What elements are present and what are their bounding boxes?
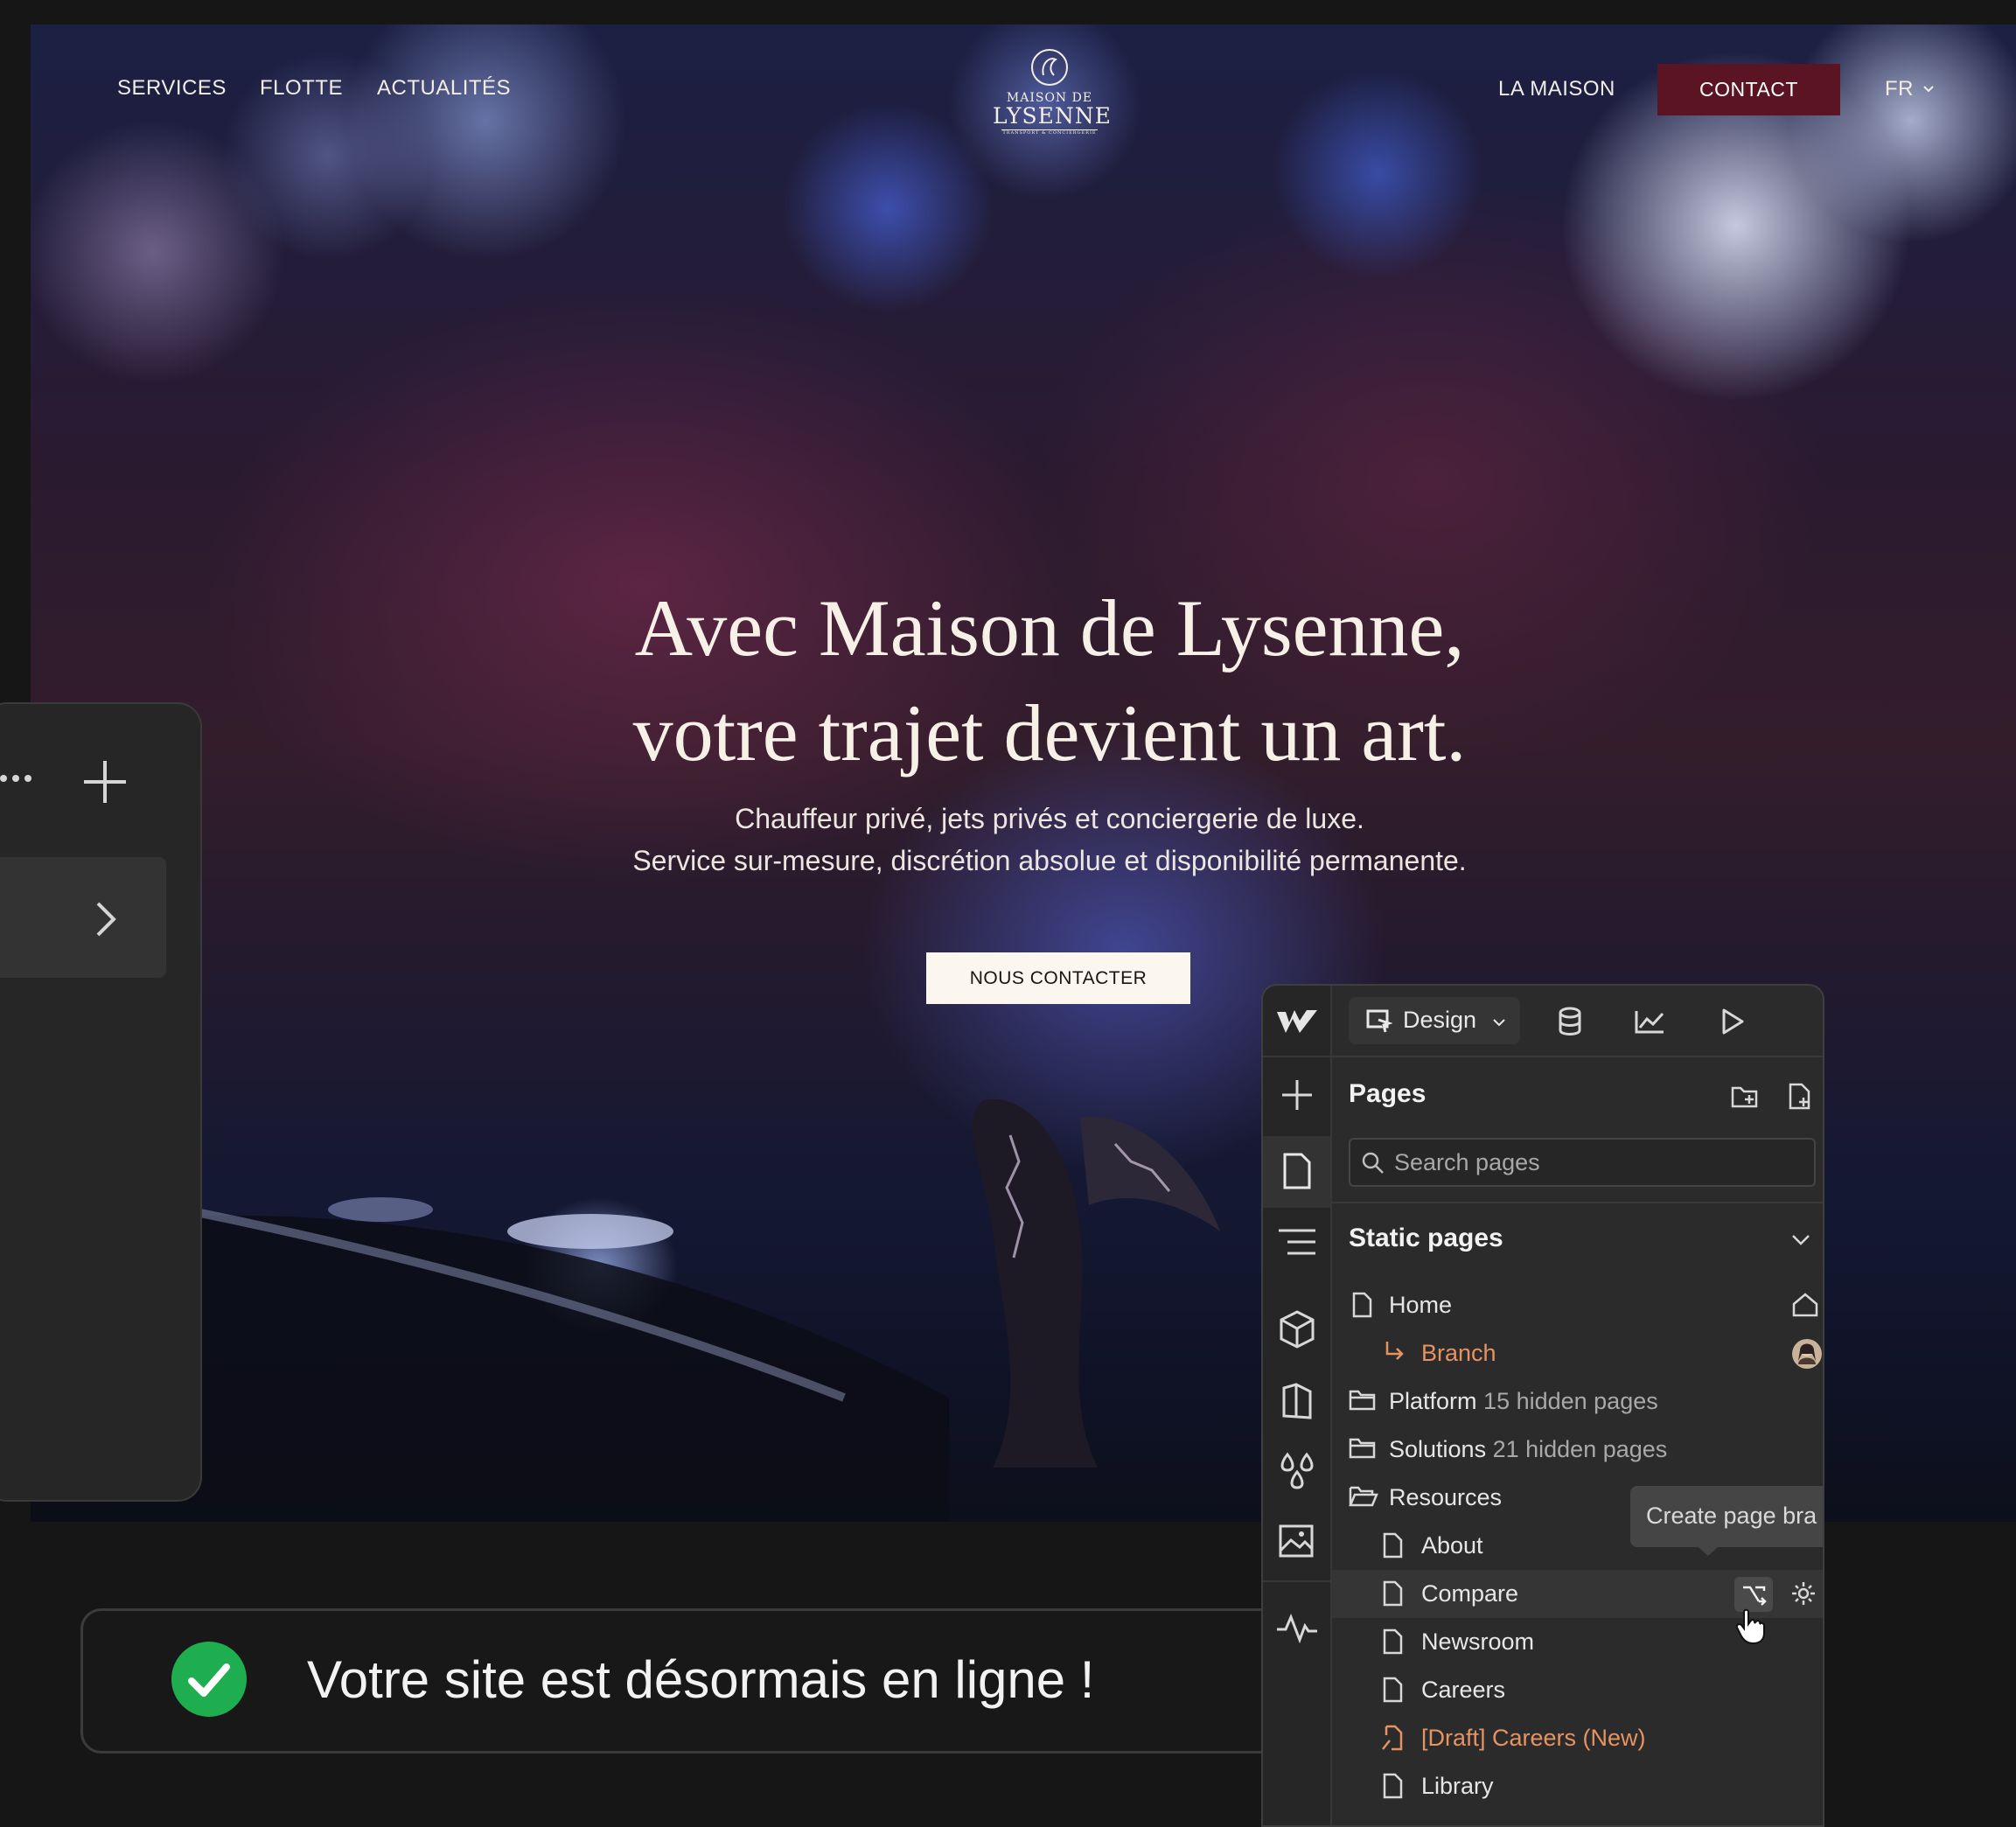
headline-line-1: Avec Maison de Lysenne, [634,583,1465,673]
webflow-pages-panel: Design Pages Search pages Static pages H… [1261,984,1824,1827]
nav-la-maison[interactable]: LA MAISON [1498,77,1615,101]
add-page-icon[interactable] [1788,1082,1814,1112]
page-row-branch[interactable]: Branch [1332,1329,1823,1377]
components-icon[interactable] [1279,1309,1315,1349]
cms-database-icon[interactable] [1557,1007,1583,1036]
page-row-library[interactable]: Library [1332,1762,1823,1810]
nav-actualites[interactable]: ACTUALITÉS [377,76,511,101]
logo-tagline: TRANSPORT & CONCIERGERIE [1001,129,1098,136]
mode-switcher[interactable]: Design [1349,997,1520,1044]
page-label-branch: Branch [1421,1340,1496,1366]
hero-subtitle: Chauffeur privé, jets privés et concierg… [380,798,1719,882]
user-avatar [1792,1339,1822,1369]
styles-icon[interactable] [1279,1381,1315,1421]
page-label-about: About [1421,1532,1483,1559]
language-label: FR [1885,77,1914,101]
contact-cta-button[interactable]: NOUS CONTACTER [926,952,1190,1004]
page-icon [1383,1677,1403,1703]
variables-icon[interactable] [1277,1451,1317,1493]
folder-icon [1349,1390,1376,1411]
top-toolbar: Design [1263,986,1823,1057]
page-label-compare: Compare [1421,1580,1519,1607]
logo-emblem-icon [1031,49,1068,86]
home-icon [1792,1293,1818,1317]
analytics-icon[interactable] [1634,1008,1665,1035]
platform-hidden-count: 15 hidden pages [1483,1388,1658,1414]
hero-headline: Avec Maison de Lysenne, votre trajet dev… [380,575,1719,785]
logo-line2: LYSENNE [993,103,1112,129]
page-icon [1352,1292,1372,1318]
collapse-chevron-icon[interactable] [1791,1234,1810,1246]
add-folder-icon[interactable] [1730,1084,1761,1110]
tooltip-text: Create page bra [1646,1503,1817,1529]
chevron-down-icon [1923,86,1934,93]
page-icon [1383,1628,1403,1655]
navigator-icon[interactable] [1277,1227,1317,1257]
page-row-draft-careers[interactable]: [Draft] Careers (New) [1332,1714,1823,1762]
page-icon [1383,1580,1403,1607]
tooltip-arrow [1699,1547,1718,1556]
branch-icon [1743,1586,1767,1606]
mode-label: Design [1403,1007,1477,1033]
nav-flotte[interactable]: FLOTTE [260,76,343,101]
folder-label-resources: Resources [1389,1484,1503,1510]
folder-label-solutions: Solutions [1389,1436,1487,1462]
site-logo[interactable]: MAISON DE LYSENNE TRANSPORT & CONCIERGER… [993,44,1112,136]
search-pages-input[interactable]: Search pages [1349,1138,1816,1187]
nav-services[interactable]: SERVICES [117,76,227,101]
subtitle-line-2: Service sur-mesure, discrétion absolue e… [632,845,1467,876]
chevron-right-icon[interactable] [94,900,117,938]
page-label-careers: Careers [1421,1677,1506,1703]
page-row-careers[interactable]: Careers [1332,1666,1823,1714]
check-circle-icon [171,1642,247,1717]
toast-message: Votre site est désormais en ligne ! [307,1650,1095,1709]
hand-cursor-icon [1735,1608,1765,1645]
language-selector[interactable]: FR [1885,77,1935,101]
assets-icon[interactable] [1277,1521,1317,1561]
solutions-hidden-count: 21 hidden pages [1492,1436,1668,1462]
page-label-library: Library [1421,1773,1494,1799]
branch-arrow-icon [1385,1342,1404,1360]
folder-row-platform[interactable]: Platform 15 hidden pages [1332,1377,1823,1426]
folder-row-solutions[interactable]: Solutions 21 hidden pages [1332,1426,1823,1474]
pages-icon[interactable] [1282,1152,1312,1190]
left-toolbar [1263,986,1332,1825]
chevron-down-icon [1493,1019,1505,1027]
subtitle-line-1: Chauffeur privé, jets privés et concierg… [735,803,1364,834]
create-branch-button[interactable] [1734,1577,1773,1612]
page-icon [1383,1532,1403,1559]
more-options-icon[interactable] [0,770,35,787]
folder-label-platform: Platform [1389,1388,1477,1414]
publish-success-toast: Votre site est désormais en ligne ! [80,1608,1363,1754]
page-label-home: Home [1389,1292,1453,1318]
search-icon [1362,1152,1384,1174]
page-label-draft-careers: [Draft] Careers (New) [1421,1725,1646,1751]
search-placeholder: Search pages [1394,1149,1540,1175]
page-label-newsroom: Newsroom [1421,1628,1535,1655]
gear-icon[interactable] [1790,1580,1817,1607]
add-element-icon[interactable] [1280,1078,1314,1112]
folder-open-icon [1349,1486,1378,1507]
headline-line-2: votre trajet devient un art. [632,688,1467,778]
page-row-home[interactable]: Home [1332,1281,1823,1329]
preview-play-icon[interactable] [1720,1007,1746,1036]
left-panel-row[interactable] [0,857,166,978]
contact-button[interactable]: CONTACT [1657,64,1840,115]
add-icon[interactable] [82,759,128,805]
left-floating-panel [0,702,202,1502]
pages-title: Pages [1349,1079,1427,1108]
design-cursor-icon [1366,1009,1392,1033]
static-pages-title: Static pages [1349,1224,1503,1252]
tooltip: Create page bra [1630,1486,1823,1547]
page-icon [1383,1773,1403,1799]
activity-icon[interactable] [1275,1612,1319,1643]
folder-icon [1349,1438,1376,1459]
draft-page-icon [1382,1725,1403,1751]
